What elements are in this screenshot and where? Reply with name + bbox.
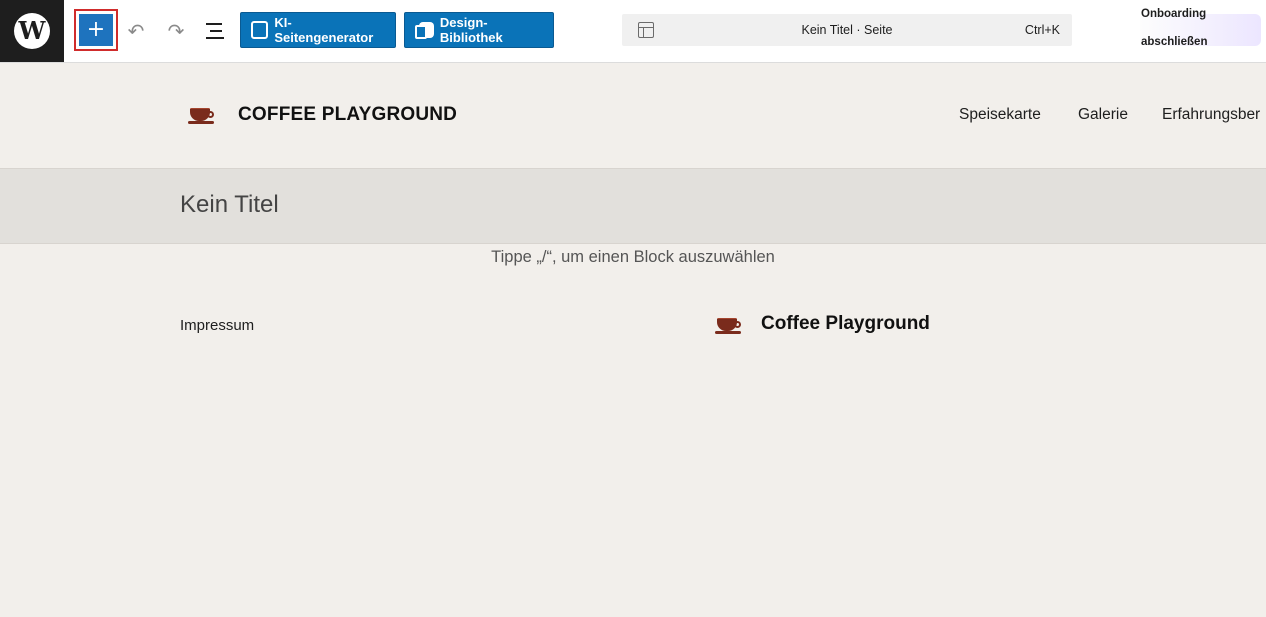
ai-page-generator-button[interactable]: KI-Seitengenerator: [240, 12, 396, 48]
redo-icon: ↷: [167, 19, 185, 43]
undo-icon: ↶: [127, 19, 145, 43]
design-library-button[interactable]: Design-Bibliothek: [404, 12, 554, 48]
nav-item-speisekarte[interactable]: Speisekarte: [959, 106, 1041, 124]
coffee-cup-icon: [188, 105, 216, 125]
wordpress-logo-button[interactable]: W: [0, 0, 64, 62]
plus-icon: +: [86, 17, 106, 42]
ai-page-generator-label: KI-Seitengenerator: [274, 15, 374, 45]
coffee-cup-icon: [715, 315, 743, 335]
nav-item-galerie[interactable]: Galerie: [1078, 106, 1128, 124]
onboarding-button[interactable]: Onboarding abschließen: [1140, 8, 1261, 48]
add-block-button[interactable]: +: [79, 14, 113, 46]
editor-toolbar: W + ↶ ↷ KI-Seitengenerator Design-Biblio…: [0, 0, 1266, 63]
undo-button[interactable]: ↶: [121, 16, 151, 46]
nav-item-erfahrungsberichte[interactable]: Erfahrungsber: [1162, 106, 1260, 124]
wordpress-logo-icon: W: [14, 13, 50, 49]
page-title-band: Kein Titel: [0, 169, 1266, 244]
document-bar[interactable]: Kein Titel · Seite Ctrl+K: [622, 14, 1072, 46]
design-library-label: Design-Bibliothek: [439, 15, 503, 45]
page-title[interactable]: Kein Titel: [180, 191, 279, 219]
command-shortcut: Ctrl+K: [1024, 23, 1060, 37]
site-header: COFFEE PLAYGROUND Speisekarte Galerie Er…: [0, 63, 1266, 169]
document-title: Kein Titel · Seite: [801, 23, 893, 37]
footer-link-impressum[interactable]: Impressum: [180, 317, 254, 334]
onboarding-label-line1: Onboarding: [1141, 8, 1207, 20]
footer-site-title[interactable]: Coffee Playground: [761, 313, 930, 335]
list-view-icon: [206, 23, 222, 25]
onboarding-label-line2: abschließen: [1141, 36, 1208, 48]
design-library-icon: [415, 22, 434, 39]
redo-button[interactable]: ↷: [161, 16, 191, 46]
block-appender-placeholder[interactable]: Tippe „/“, um einen Block auszuwählen: [0, 248, 1266, 267]
site-title[interactable]: COFFEE PLAYGROUND: [238, 104, 457, 126]
list-view-button[interactable]: [200, 16, 230, 46]
add-block-highlight: +: [74, 9, 118, 51]
ai-generator-icon: [251, 21, 269, 39]
